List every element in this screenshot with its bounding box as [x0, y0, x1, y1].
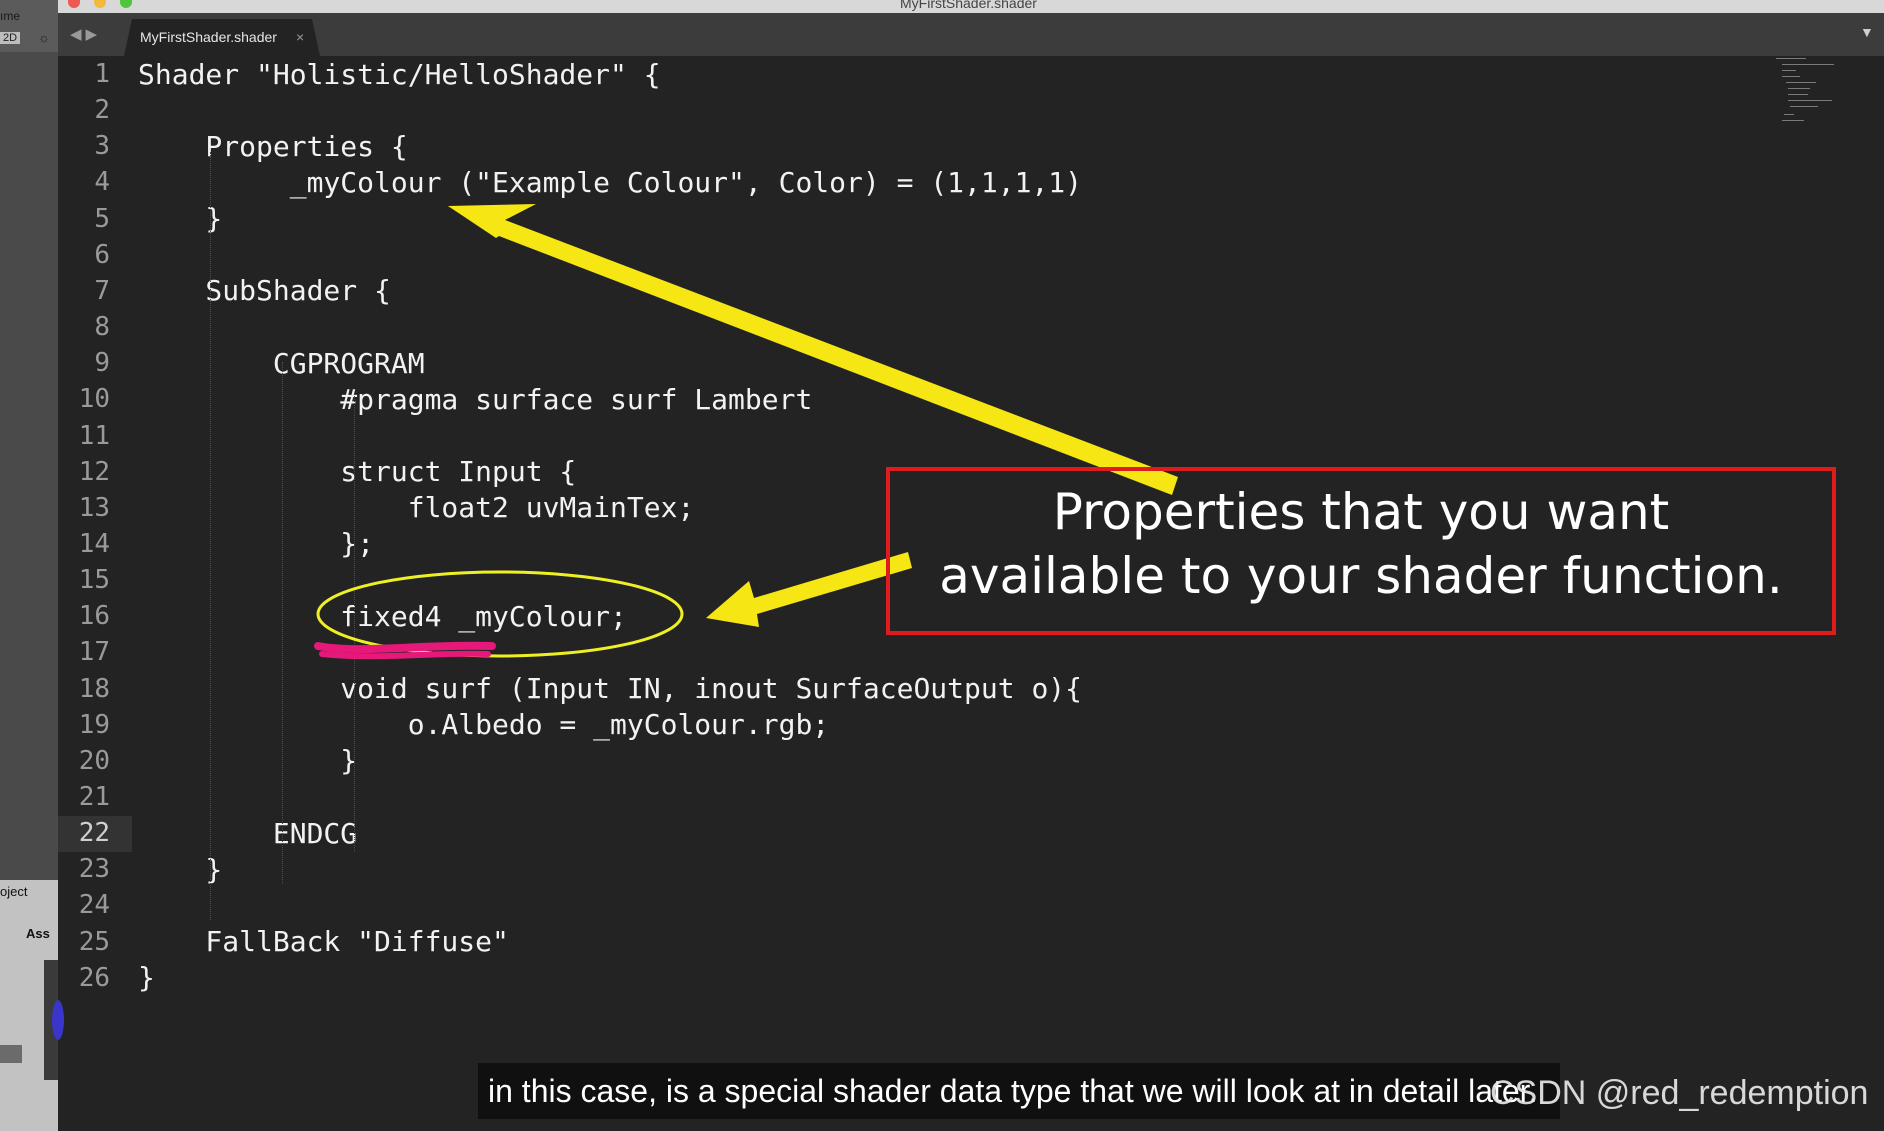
arrow-to-fixed4 — [706, 552, 912, 627]
callout-line-2: available to your shader function. — [939, 547, 1783, 605]
callout-line-1: Properties that you want — [1052, 483, 1670, 541]
watermark: CSDN @red_redemption — [1490, 1074, 1869, 1112]
fixed4-circle — [316, 570, 684, 658]
fixed4-highlight — [314, 641, 496, 654]
fixed4-highlight — [319, 650, 491, 660]
subtitle-text: in this case, is a special shader data t… — [488, 1073, 1538, 1109]
arrow-to-properties — [448, 204, 1178, 495]
callout-text: Properties that you want available to yo… — [886, 480, 1836, 608]
